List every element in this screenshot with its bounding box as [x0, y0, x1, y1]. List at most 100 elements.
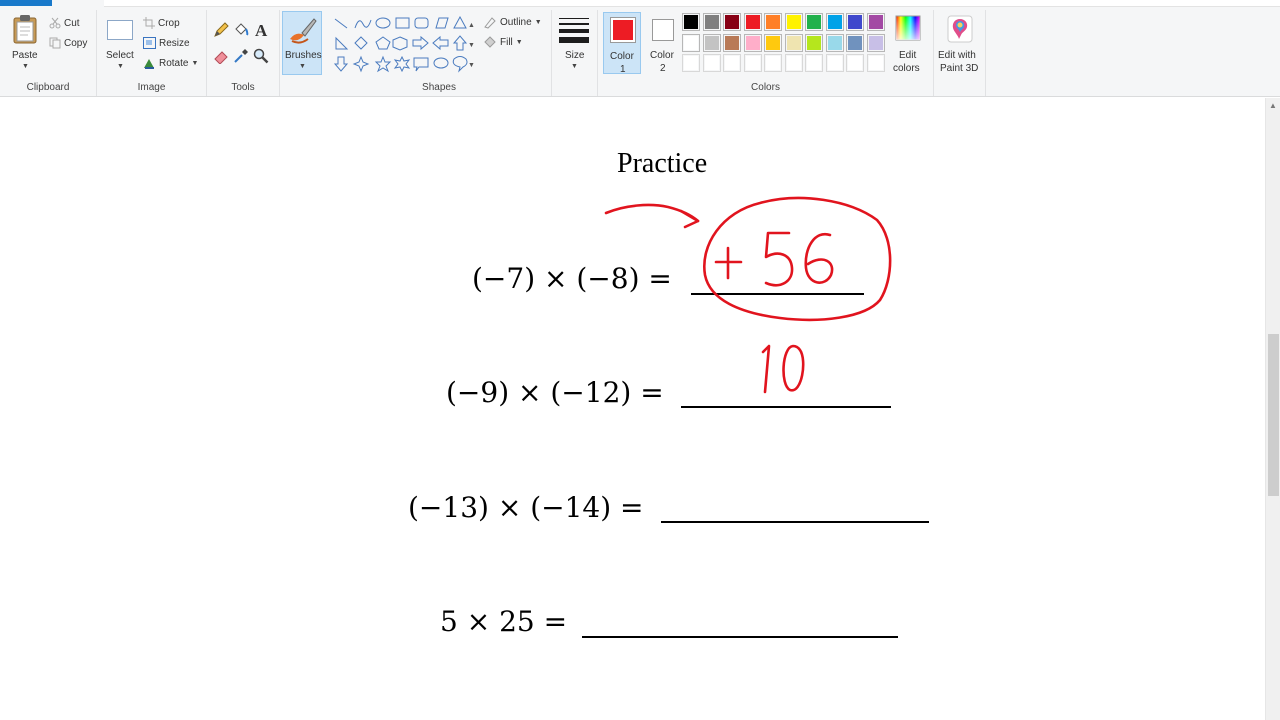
color-swatch-fill [684, 15, 698, 29]
resize-icon [143, 37, 156, 49]
color1-label: Color [610, 51, 634, 62]
answer-line-3 [661, 521, 929, 523]
tab-strip [104, 0, 1280, 7]
color-swatch-row1-8[interactable] [825, 13, 844, 31]
color2-fill [655, 22, 671, 38]
color-swatch-row2-6[interactable] [784, 33, 803, 52]
color1-button[interactable]: Color 1 [603, 12, 641, 75]
color-picker-icon[interactable] [233, 48, 249, 64]
color-swatch-row2-9[interactable] [846, 33, 864, 52]
color-swatch-row3-10[interactable] [866, 54, 885, 72]
color-palette [682, 12, 890, 74]
file-tab[interactable] [0, 0, 52, 6]
brushes-button[interactable]: Brushes ▼ [282, 11, 322, 75]
color2-button[interactable]: Color 2 [644, 12, 682, 74]
color-swatch-row2-4[interactable] [743, 33, 762, 52]
svg-text:A: A [255, 21, 268, 39]
shapes-scroll[interactable]: ▲ ▼ ▼ [468, 16, 475, 76]
color-swatch-row1-10[interactable] [866, 13, 885, 31]
color-swatch-row2-8[interactable] [825, 33, 844, 52]
cut-label: Cut [64, 17, 80, 29]
color-swatch-row2-10[interactable] [866, 33, 885, 52]
answer-line-1 [691, 293, 864, 295]
color-swatch-row2-5[interactable] [764, 33, 782, 52]
color-swatch-row2-2[interactable] [702, 33, 721, 52]
color2-swatch [652, 19, 674, 41]
color-swatch-fill [766, 35, 780, 50]
color-swatch-fill [827, 15, 842, 29]
vertical-scrollbar[interactable]: ▲ [1265, 98, 1280, 720]
fill-button[interactable]: Fill ▼ [483, 33, 523, 51]
color-swatch-row3-3[interactable] [723, 54, 741, 72]
color-swatch-row3-7[interactable] [805, 54, 823, 72]
paste-button[interactable]: Paste ▼ [8, 12, 42, 74]
size-button[interactable]: Size ▼ [556, 12, 594, 74]
eraser-icon[interactable] [213, 48, 229, 64]
paint3d-label-2: Paint 3D [940, 63, 979, 74]
fill-bucket-icon[interactable] [233, 22, 249, 38]
drawing-canvas[interactable] [0, 98, 1265, 720]
shapes-gallery[interactable] [333, 16, 478, 78]
rotate-button[interactable]: Rotate ▼ [143, 54, 198, 72]
ribbon: Paste ▼ Cut Copy Clipboard Select ▼ Crop… [0, 0, 1280, 97]
color-swatch-row3-6[interactable] [784, 54, 803, 72]
edit-with-paint3d-button[interactable]: Edit with Paint 3D [936, 12, 984, 74]
scroll-up-arrow-icon[interactable]: ▲ [1269, 101, 1277, 110]
resize-label: Resize [159, 37, 190, 49]
chevron-down-icon: ▼ [515, 38, 523, 46]
magnifier-icon[interactable] [253, 48, 269, 64]
color-swatch-row3-1[interactable] [682, 54, 700, 72]
size-label: Size [565, 50, 585, 61]
color-swatch-row1-4[interactable] [743, 13, 762, 31]
scissors-icon [49, 17, 61, 29]
color-swatch-fill [725, 15, 739, 29]
color1-number: 1 [620, 64, 626, 75]
color-swatch-row2-7[interactable] [805, 33, 823, 52]
cut-button[interactable]: Cut [49, 14, 80, 32]
color2-label: Color [650, 50, 674, 61]
worksheet-title: Practice [617, 148, 708, 179]
color-swatch-row2-3[interactable] [723, 33, 741, 52]
chevron-down-icon: ▼ [22, 63, 29, 70]
scrollbar-thumb[interactable] [1268, 334, 1279, 496]
pencil-icon[interactable] [213, 22, 229, 38]
answer-line-4 [582, 636, 898, 638]
color-swatch-row1-3[interactable] [723, 13, 741, 31]
paste-label: Paste [12, 50, 38, 61]
paint3d-icon [947, 15, 973, 43]
color-swatch-row2-1[interactable] [682, 33, 700, 52]
color-swatch-row3-8[interactable] [825, 54, 844, 72]
color-swatch-fill [868, 35, 883, 50]
image-group: Select ▼ Crop Resize Rotate ▼ Image [97, 10, 207, 96]
color-swatch-row1-7[interactable] [805, 13, 823, 31]
text-tool-icon[interactable]: A [253, 21, 271, 39]
problem-2: (−9) × (−12) = [446, 376, 664, 409]
copy-button[interactable]: Copy [49, 34, 87, 52]
color1-swatch [610, 17, 636, 43]
color-swatch-row3-9[interactable] [846, 54, 864, 72]
crop-label: Crop [158, 17, 180, 29]
color-swatch-row1-1[interactable] [682, 13, 700, 31]
select-button[interactable]: Select ▼ [103, 12, 137, 74]
brushes-label: Brushes [285, 50, 322, 61]
color-swatch-row1-2[interactable] [702, 13, 721, 31]
color-swatch-row3-5[interactable] [764, 54, 782, 72]
color-swatch-row1-9[interactable] [846, 13, 864, 31]
color-swatch-fill [868, 56, 883, 70]
color-swatch-row1-5[interactable] [764, 13, 782, 31]
crop-button[interactable]: Crop [143, 14, 180, 32]
color-swatch-row3-2[interactable] [702, 54, 721, 72]
color-swatch-fill [827, 56, 842, 70]
outline-button[interactable]: Outline ▼ [483, 13, 542, 31]
shapes-group-label: Shapes [422, 82, 456, 93]
edit-colors-button[interactable]: Edit colors [890, 12, 926, 74]
color-swatch-row3-4[interactable] [743, 54, 762, 72]
resize-button[interactable]: Resize [143, 34, 190, 52]
color-swatch-fill [848, 35, 862, 50]
select-label: Select [106, 50, 134, 61]
color-swatch-row1-6[interactable] [784, 13, 803, 31]
color-swatch-fill [725, 56, 739, 70]
clipboard-group: Paste ▼ Cut Copy Clipboard [0, 10, 97, 96]
color-swatch-fill [704, 35, 719, 50]
color-swatch-fill [786, 56, 801, 70]
